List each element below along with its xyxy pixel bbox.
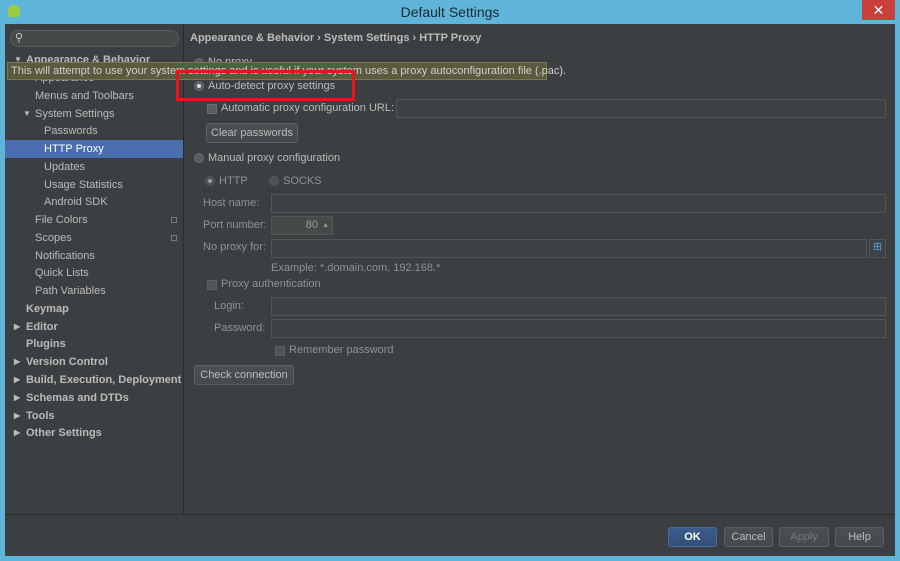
sidebar-item-passwords[interactable]: Passwords	[5, 122, 183, 140]
sidebar-item-system-settings[interactable]: ▼ System Settings	[5, 105, 183, 123]
collapsed-arrow-icon[interactable]: ▶	[14, 353, 20, 371]
login-label: Login:	[214, 300, 244, 312]
close-button[interactable]: ✕	[862, 0, 895, 20]
socks-radio[interactable]	[269, 176, 279, 186]
sidebar-item-label: Version Control	[26, 356, 108, 368]
sidebar-item-other-settings[interactable]: ▶ Other Settings	[5, 424, 183, 442]
apply-button[interactable]: Apply	[779, 527, 829, 547]
socks-label: SOCKS	[283, 175, 322, 187]
sidebar-item-label: Path Variables	[35, 285, 106, 297]
sidebar-item-label: Notifications	[35, 250, 95, 262]
breadcrumb: Appearance & Behavior › System Settings …	[190, 32, 482, 44]
sidebar-item-android-sdk[interactable]: Android SDK	[5, 193, 183, 211]
sidebar-item-label: Editor	[26, 321, 58, 333]
password-label: Password:	[214, 322, 266, 334]
sidebar-item-label: Menus and Toolbars	[35, 90, 134, 102]
sidebar-item-editor[interactable]: ▶ Editor	[5, 318, 183, 336]
sidebar-item-label: Keymap	[26, 303, 69, 315]
auto-config-url-checkbox[interactable]	[207, 104, 217, 114]
sidebar-item-menus-and-toolbars[interactable]: Menus and Toolbars	[5, 87, 183, 105]
sidebar-item-notifications[interactable]: Notifications	[5, 247, 183, 265]
remember-password-label: Remember password	[289, 344, 394, 356]
sidebar-item-updates[interactable]: Updates	[5, 158, 183, 176]
sidebar-item-label: HTTP Proxy	[44, 143, 104, 155]
manual-proxy-radio[interactable]	[194, 153, 204, 163]
dialog-footer: OK Cancel Apply Help	[5, 514, 895, 556]
clear-passwords-button[interactable]: Clear passwords	[206, 123, 298, 143]
sidebar-item-http-proxy[interactable]: HTTP Proxy	[5, 140, 183, 158]
cancel-button[interactable]: Cancel	[724, 527, 773, 547]
sidebar-item-scopes[interactable]: Scopes	[5, 229, 183, 247]
remember-password-checkbox[interactable]	[275, 346, 285, 356]
expanded-arrow-icon[interactable]: ▼	[23, 105, 31, 123]
search-input[interactable]: ⚲	[10, 30, 179, 47]
sidebar-item-label: Plugins	[26, 338, 66, 350]
sidebar-item-label: Build, Execution, Deployment	[26, 374, 182, 386]
help-button[interactable]: Help	[835, 527, 884, 547]
project-scope-icon	[171, 217, 177, 223]
collapsed-arrow-icon[interactable]: ▶	[14, 389, 20, 407]
sidebar-item-label: Quick Lists	[35, 267, 89, 279]
sidebar-item-label: Android SDK	[44, 196, 108, 208]
proxy-authentication-checkbox[interactable]	[207, 280, 217, 290]
collapsed-arrow-icon[interactable]: ▶	[14, 371, 20, 389]
no-proxy-for-input[interactable]	[271, 239, 867, 258]
ok-button[interactable]: OK	[668, 527, 717, 547]
search-icon: ⚲	[15, 32, 24, 44]
sidebar-item-usage-statistics[interactable]: Usage Statistics	[5, 176, 183, 194]
sidebar-item-quick-lists[interactable]: Quick Lists	[5, 264, 183, 282]
sidebar-item-keymap[interactable]: Keymap	[5, 300, 183, 318]
port-number-label: Port number:	[203, 219, 267, 231]
host-name-label: Host name:	[203, 197, 260, 209]
sidebar-item-version-control[interactable]: ▶ Version Control	[5, 353, 183, 371]
collapsed-arrow-icon[interactable]: ▶	[14, 424, 20, 442]
sidebar-item-label: Other Settings	[26, 427, 102, 439]
sidebar-item-label: Schemas and DTDs	[26, 392, 129, 404]
sidebar-item-label: System Settings	[35, 108, 115, 120]
project-scope-icon	[171, 235, 177, 241]
sidebar-item-label: Scopes	[35, 232, 72, 244]
port-number-stepper[interactable]: 80 ▲	[271, 216, 333, 235]
auto-config-url-label: Automatic proxy configuration URL:	[221, 102, 395, 114]
password-input[interactable]	[271, 319, 886, 338]
http-radio[interactable]	[205, 176, 215, 186]
highlight-box	[176, 70, 355, 101]
no-proxy-for-label: No proxy for:	[203, 241, 266, 253]
proxy-authentication-label: Proxy authentication	[221, 278, 321, 290]
settings-dialog: ⚲ ▼Appearance & BehaviorAppearanceMenus …	[5, 24, 895, 556]
sidebar-item-tools[interactable]: ▶ Tools	[5, 407, 183, 425]
login-input[interactable]	[271, 297, 886, 316]
manual-proxy-label: Manual proxy configuration	[208, 152, 341, 164]
window-title: Default Settings	[400, 4, 500, 20]
port-value: 80	[305, 219, 318, 231]
example-hint: Example: *.domain.com, 192.168.*	[271, 262, 441, 274]
check-connection-button[interactable]: Check connection	[194, 365, 294, 385]
sidebar-item-label: Updates	[44, 161, 85, 173]
sidebar-item-label: File Colors	[35, 214, 88, 226]
settings-tree: ⚲ ▼Appearance & BehaviorAppearanceMenus …	[5, 24, 184, 514]
sidebar-item-build-execution-deployment[interactable]: ▶ Build, Execution, Deployment	[5, 371, 183, 389]
spinner-arrows-icon[interactable]: ▲	[322, 217, 329, 234]
sidebar-item-path-variables[interactable]: Path Variables	[5, 282, 183, 300]
sidebar-item-plugins[interactable]: Plugins	[5, 335, 183, 353]
sidebar-item-label: Tools	[26, 410, 55, 422]
expand-field-icon[interactable]: ⊞	[869, 239, 886, 258]
host-name-input[interactable]	[271, 194, 886, 213]
auto-config-url-input[interactable]	[396, 99, 886, 118]
sidebar-item-label: Passwords	[44, 125, 98, 137]
http-label: HTTP	[219, 175, 248, 187]
sidebar-item-label: Usage Statistics	[44, 179, 123, 191]
collapsed-arrow-icon[interactable]: ▶	[14, 407, 20, 425]
sidebar-item-schemas-and-dtds[interactable]: ▶ Schemas and DTDs	[5, 389, 183, 407]
sidebar-item-file-colors[interactable]: File Colors	[5, 211, 183, 229]
title-bar: Default Settings ✕	[0, 0, 900, 24]
collapsed-arrow-icon[interactable]: ▶	[14, 318, 20, 336]
